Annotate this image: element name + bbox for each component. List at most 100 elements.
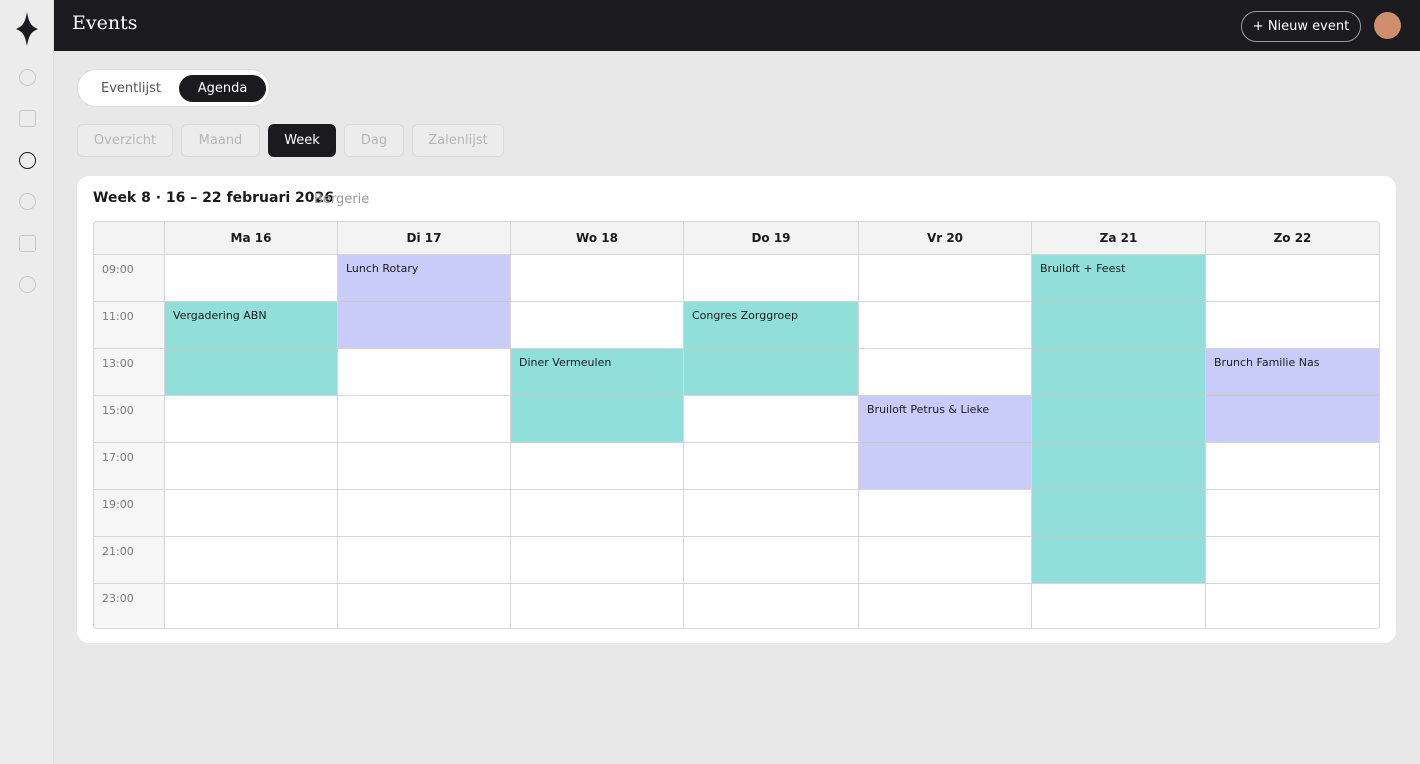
toggle-agenda[interactable]: Agenda bbox=[179, 75, 266, 102]
toggle-eventlijst[interactable]: Eventlijst bbox=[86, 75, 176, 102]
tab-maand[interactable]: Maand bbox=[181, 124, 260, 157]
time-slot[interactable] bbox=[684, 255, 859, 302]
calendar-event[interactable]: Brunch Familie Nas bbox=[1206, 349, 1379, 442]
sidebar-nav-circle-icon[interactable] bbox=[19, 193, 36, 210]
time-slot[interactable] bbox=[165, 584, 338, 628]
calendar-event[interactable]: Vergadering ABN bbox=[165, 302, 337, 395]
time-label: 13:00 bbox=[94, 349, 165, 396]
event-slot-divider bbox=[1032, 395, 1205, 396]
time-slot[interactable] bbox=[859, 255, 1032, 302]
day-header: Do 19 bbox=[684, 222, 859, 255]
time-slot[interactable] bbox=[859, 584, 1032, 628]
calendar-event[interactable]: Diner Vermeulen bbox=[511, 349, 683, 442]
time-slot[interactable] bbox=[684, 537, 859, 584]
avatar[interactable] bbox=[1374, 12, 1401, 39]
sidebar-nav-square-icon[interactable] bbox=[19, 110, 36, 127]
diamond-logo-icon[interactable] bbox=[16, 12, 38, 46]
time-label: 15:00 bbox=[94, 396, 165, 443]
tab-dag[interactable]: Dag bbox=[344, 124, 404, 157]
time-slot[interactable] bbox=[859, 302, 1032, 349]
time-slot[interactable] bbox=[511, 490, 684, 537]
event-slot-divider bbox=[165, 348, 337, 349]
time-slot[interactable] bbox=[684, 396, 859, 443]
calendar-event[interactable]: Bruiloft Petrus & Lieke bbox=[859, 396, 1031, 489]
time-slot[interactable] bbox=[1206, 302, 1379, 349]
view-toggle: Eventlijst Agenda bbox=[77, 69, 270, 107]
time-slot[interactable] bbox=[684, 490, 859, 537]
day-header: Vr 20 bbox=[859, 222, 1032, 255]
time-slot[interactable] bbox=[165, 537, 338, 584]
top-bar: Events + Nieuw event bbox=[54, 0, 1420, 51]
time-slot[interactable] bbox=[165, 396, 338, 443]
sidebar bbox=[0, 0, 54, 764]
event-title: Congres Zorggroep bbox=[692, 309, 798, 322]
time-slot[interactable] bbox=[511, 584, 684, 628]
event-title: Lunch Rotary bbox=[346, 262, 419, 275]
event-slot-divider bbox=[684, 348, 858, 349]
calendar-card: Week 8 · 16 – 22 februari 2026 Bergerie … bbox=[77, 176, 1396, 643]
sidebar-nav-circle-icon[interactable] bbox=[19, 276, 36, 293]
time-label: 21:00 bbox=[94, 537, 165, 584]
time-slot[interactable] bbox=[859, 490, 1032, 537]
time-label: 17:00 bbox=[94, 443, 165, 490]
time-slot[interactable] bbox=[1206, 537, 1379, 584]
event-slot-divider bbox=[1032, 536, 1205, 537]
time-slot[interactable] bbox=[859, 349, 1032, 396]
time-slot[interactable] bbox=[684, 443, 859, 490]
event-title: Bruiloft Petrus & Lieke bbox=[867, 403, 990, 416]
time-slot[interactable] bbox=[338, 349, 511, 396]
event-slot-divider bbox=[1032, 489, 1205, 490]
day-header: Ma 16 bbox=[165, 222, 338, 255]
time-slot[interactable] bbox=[338, 443, 511, 490]
time-slot[interactable] bbox=[165, 490, 338, 537]
time-slot[interactable] bbox=[338, 490, 511, 537]
event-slot-divider bbox=[511, 395, 683, 396]
time-slot[interactable] bbox=[1206, 443, 1379, 490]
new-event-button[interactable]: + Nieuw event bbox=[1241, 11, 1361, 42]
time-slot[interactable] bbox=[684, 584, 859, 628]
day-header: Di 17 bbox=[338, 222, 511, 255]
event-title: Diner Vermeulen bbox=[519, 356, 612, 369]
tab-week[interactable]: Week bbox=[268, 124, 336, 157]
time-slot[interactable] bbox=[338, 396, 511, 443]
calendar-event[interactable]: Lunch Rotary bbox=[338, 255, 510, 348]
time-slot[interactable] bbox=[1206, 584, 1379, 628]
tab-overzicht[interactable]: Overzicht bbox=[77, 124, 173, 157]
event-slot-divider bbox=[859, 442, 1031, 443]
time-label: 19:00 bbox=[94, 490, 165, 537]
sidebar-nav-circle-icon[interactable] bbox=[19, 152, 36, 169]
time-slot[interactable] bbox=[165, 255, 338, 302]
day-header: Zo 22 bbox=[1206, 222, 1379, 255]
time-label: 09:00 bbox=[94, 255, 165, 302]
event-title: Brunch Familie Nas bbox=[1214, 356, 1320, 369]
time-slot[interactable] bbox=[165, 443, 338, 490]
time-slot[interactable] bbox=[338, 537, 511, 584]
time-slot[interactable] bbox=[1206, 255, 1379, 302]
calendar-event[interactable]: Congres Zorggroep bbox=[684, 302, 858, 395]
time-slot[interactable] bbox=[1032, 584, 1206, 628]
event-title: Vergadering ABN bbox=[173, 309, 267, 322]
time-slot[interactable] bbox=[511, 537, 684, 584]
tab-zalenlijst[interactable]: Zalenlijst bbox=[412, 124, 504, 157]
sidebar-nav-circle-icon[interactable] bbox=[19, 69, 36, 86]
time-slot[interactable] bbox=[511, 302, 684, 349]
day-header: Za 21 bbox=[1032, 222, 1206, 255]
time-slot[interactable] bbox=[859, 537, 1032, 584]
event-title: Bruiloft + Feest bbox=[1040, 262, 1126, 275]
day-header: Wo 18 bbox=[511, 222, 684, 255]
time-slot[interactable] bbox=[338, 584, 511, 628]
time-slot[interactable] bbox=[511, 255, 684, 302]
time-slot[interactable] bbox=[511, 443, 684, 490]
time-slot[interactable] bbox=[1206, 490, 1379, 537]
event-slot-divider bbox=[1032, 442, 1205, 443]
event-slot-divider bbox=[338, 301, 510, 302]
calendar-location: Bergerie bbox=[314, 192, 370, 207]
calendar-title: Week 8 · 16 – 22 februari 2026 bbox=[93, 190, 334, 206]
week-grid: Ma 16 Di 17 Wo 18 Do 19 Vr 20 Za 21 Zo 22 09:00… bbox=[93, 221, 1380, 629]
event-slot-divider bbox=[1032, 348, 1205, 349]
event-slot-divider bbox=[1206, 395, 1379, 396]
sidebar-nav-square-icon[interactable] bbox=[19, 235, 36, 252]
event-slot-divider bbox=[1032, 301, 1205, 302]
calendar-event[interactable]: Bruiloft + Feest bbox=[1032, 255, 1205, 583]
time-label: 23:00 bbox=[94, 584, 165, 628]
